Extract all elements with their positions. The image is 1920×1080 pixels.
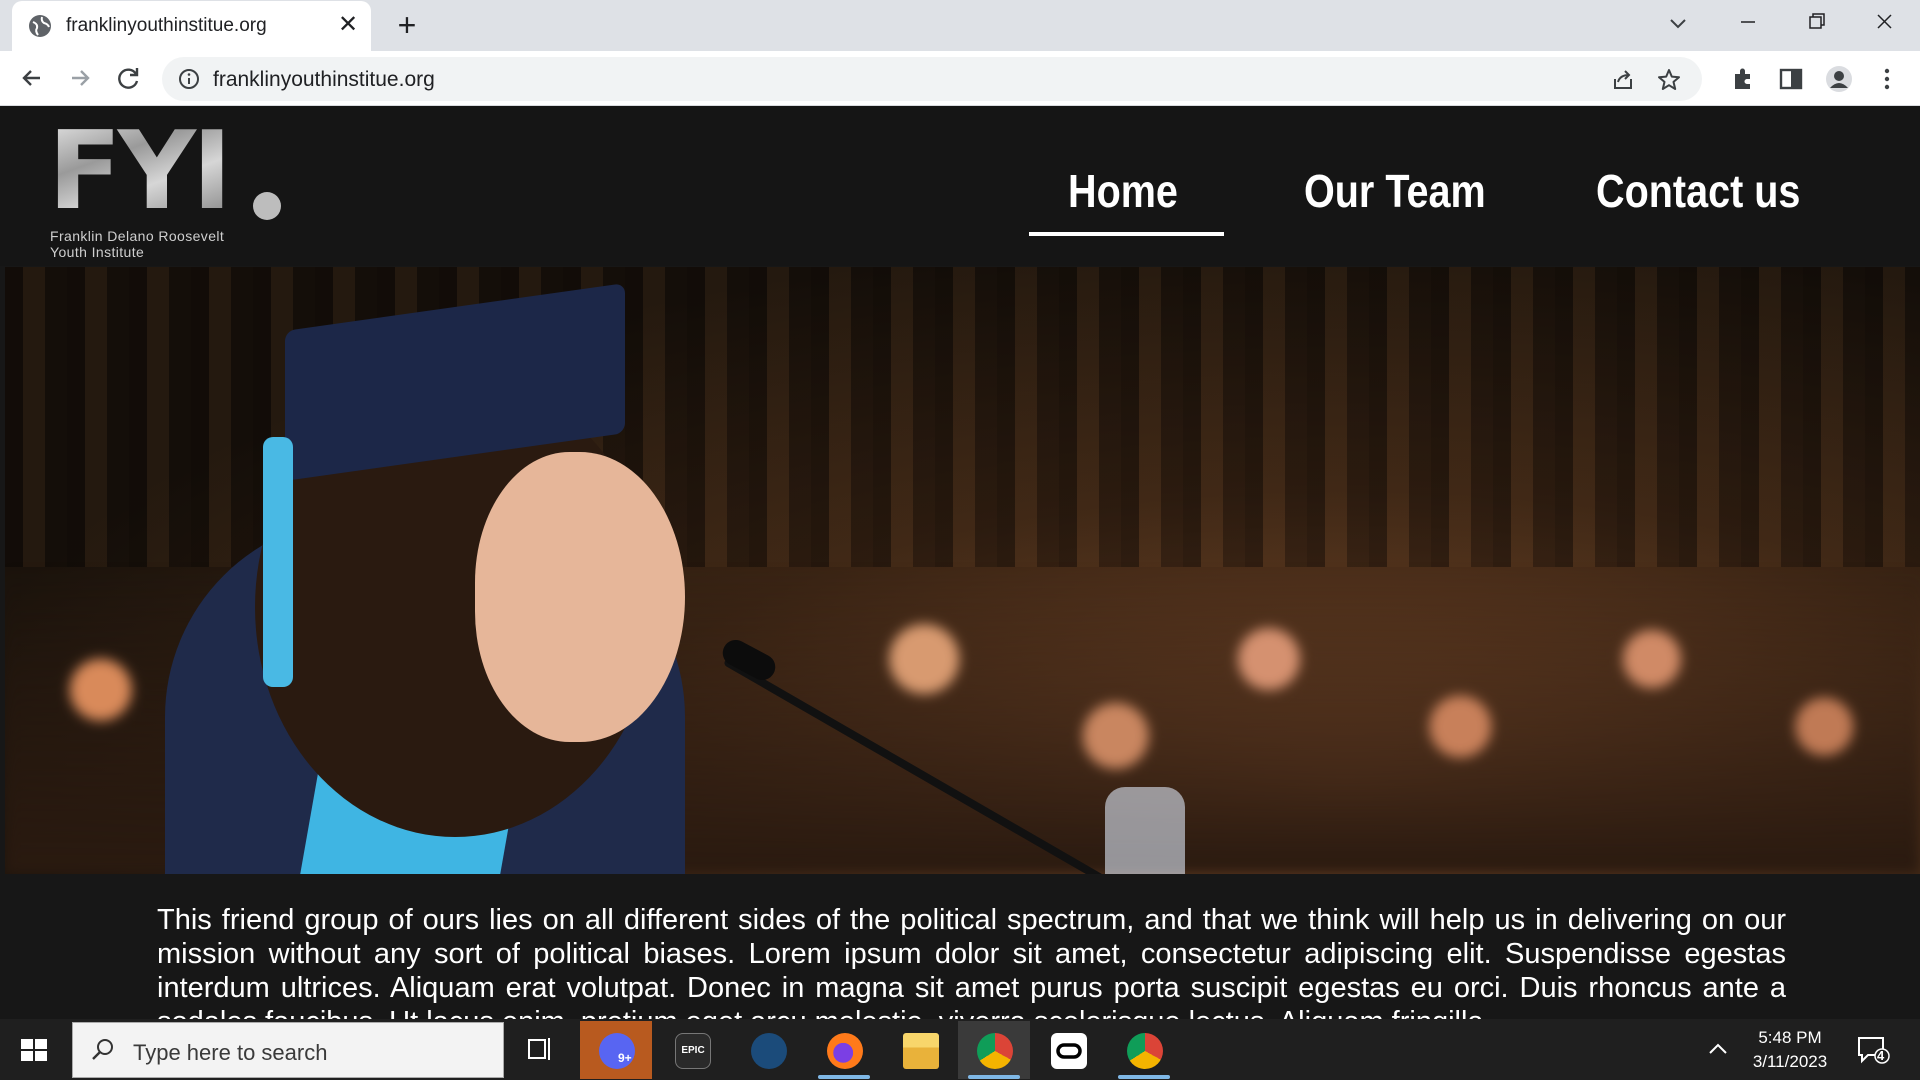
restore-icon[interactable] (1782, 0, 1850, 44)
hero-graduate-face (475, 452, 685, 742)
nav-active-underline (1029, 232, 1224, 236)
tab-search-icon[interactable] (1660, 10, 1696, 40)
logo-subtitle-line2: Youth Institute (50, 244, 145, 260)
web-page: FYI Franklin Delano Roosevelt Youth Inst… (0, 106, 1920, 1019)
taskbar-clock[interactable]: 5:48 PM 3/11/2023 (1740, 1026, 1840, 1074)
globe-icon (29, 15, 51, 37)
running-indicator (1118, 1075, 1170, 1079)
logo-dot (253, 192, 281, 220)
reload-icon[interactable] (112, 62, 144, 94)
profile-avatar-icon[interactable] (1824, 64, 1854, 94)
browser-tab[interactable]: franklinyouthinstitue.org ✕ (12, 1, 371, 51)
tab-title: franklinyouthinstitue.org (66, 15, 267, 36)
url-text[interactable]: franklinyouthinstitue.org (213, 68, 435, 92)
taskbar-firefox[interactable] (808, 1021, 880, 1079)
logo-mark: FYI (48, 109, 232, 234)
bookmark-star-icon[interactable] (1656, 67, 1682, 93)
running-indicator (968, 1075, 1020, 1079)
steam-icon (751, 1033, 787, 1069)
taskbar-search-box[interactable]: Type here to search (72, 1022, 504, 1078)
windows-taskbar: Type here to search 9+ EPIC 5:48 PM 3/11… (0, 1019, 1920, 1080)
clock-date: 3/11/2023 (1752, 1052, 1828, 1071)
taskbar-discord[interactable]: 9+ (580, 1021, 652, 1079)
share-icon[interactable] (1610, 67, 1636, 93)
chrome-profile-icon (1127, 1033, 1163, 1069)
notification-center-icon[interactable]: 4 (1856, 1035, 1890, 1065)
browser-tabstrip: franklinyouthinstitue.org ✕ + (0, 0, 1920, 51)
oculus-icon (1051, 1033, 1087, 1069)
epic-games-icon: EPIC (675, 1033, 711, 1069)
nav-our-team[interactable]: Our Team (1304, 164, 1486, 218)
hero-cap-tassel (263, 437, 293, 687)
address-bar[interactable]: franklinyouthinstitue.org (162, 57, 1702, 101)
taskbar-chrome-profile[interactable] (1108, 1021, 1180, 1079)
discord-badge: 9+ (618, 1051, 632, 1065)
taskbar-search-placeholder: Type here to search (133, 1040, 328, 1065)
site-info-icon[interactable] (178, 68, 200, 90)
notification-count: 4 (1877, 1048, 1885, 1063)
taskbar-oculus[interactable] (1032, 1021, 1104, 1079)
back-icon[interactable] (16, 62, 48, 94)
search-icon (90, 1037, 116, 1063)
site-header: FYI Franklin Delano Roosevelt Youth Inst… (0, 106, 1920, 266)
logo-subtitle-line1: Franklin Delano Roosevelt (50, 228, 225, 244)
clock-time: 5:48 PM (1758, 1028, 1822, 1047)
running-indicator (818, 1075, 870, 1079)
taskbar-steam[interactable] (732, 1021, 804, 1079)
window-close-icon[interactable] (1850, 0, 1918, 44)
close-tab-icon[interactable]: ✕ (334, 11, 362, 39)
taskbar-epic-games[interactable]: EPIC (656, 1021, 728, 1079)
body-paragraph: This friend group of ours lies on all di… (157, 904, 1786, 1019)
nav-contact-us[interactable]: Contact us (1596, 164, 1800, 218)
nav-home[interactable]: Home (1068, 164, 1178, 218)
minimize-icon[interactable] (1714, 0, 1782, 44)
new-tab-button[interactable]: + (390, 8, 424, 42)
extensions-icon[interactable] (1728, 64, 1758, 94)
side-panel-icon[interactable] (1776, 64, 1806, 94)
task-view-button[interactable] (504, 1021, 576, 1079)
firefox-icon (827, 1033, 863, 1069)
hero-image (5, 267, 1920, 874)
chrome-icon (977, 1033, 1013, 1069)
logo-subtitle: Franklin Delano Roosevelt Youth Institut… (50, 228, 280, 260)
tray-chevron-up-icon[interactable] (1706, 1039, 1730, 1059)
taskbar-chrome[interactable] (958, 1021, 1030, 1079)
folder-icon (903, 1033, 939, 1069)
taskbar-file-explorer[interactable] (884, 1021, 956, 1079)
hero-water-bottle (1105, 787, 1185, 874)
site-logo[interactable]: FYI Franklin Delano Roosevelt Youth Inst… (48, 109, 288, 260)
windows-start-icon[interactable] (15, 1035, 55, 1065)
forward-icon[interactable] (64, 62, 96, 94)
menu-kebab-icon[interactable] (1872, 64, 1902, 94)
browser-toolbar: franklinyouthinstitue.org (0, 51, 1920, 106)
